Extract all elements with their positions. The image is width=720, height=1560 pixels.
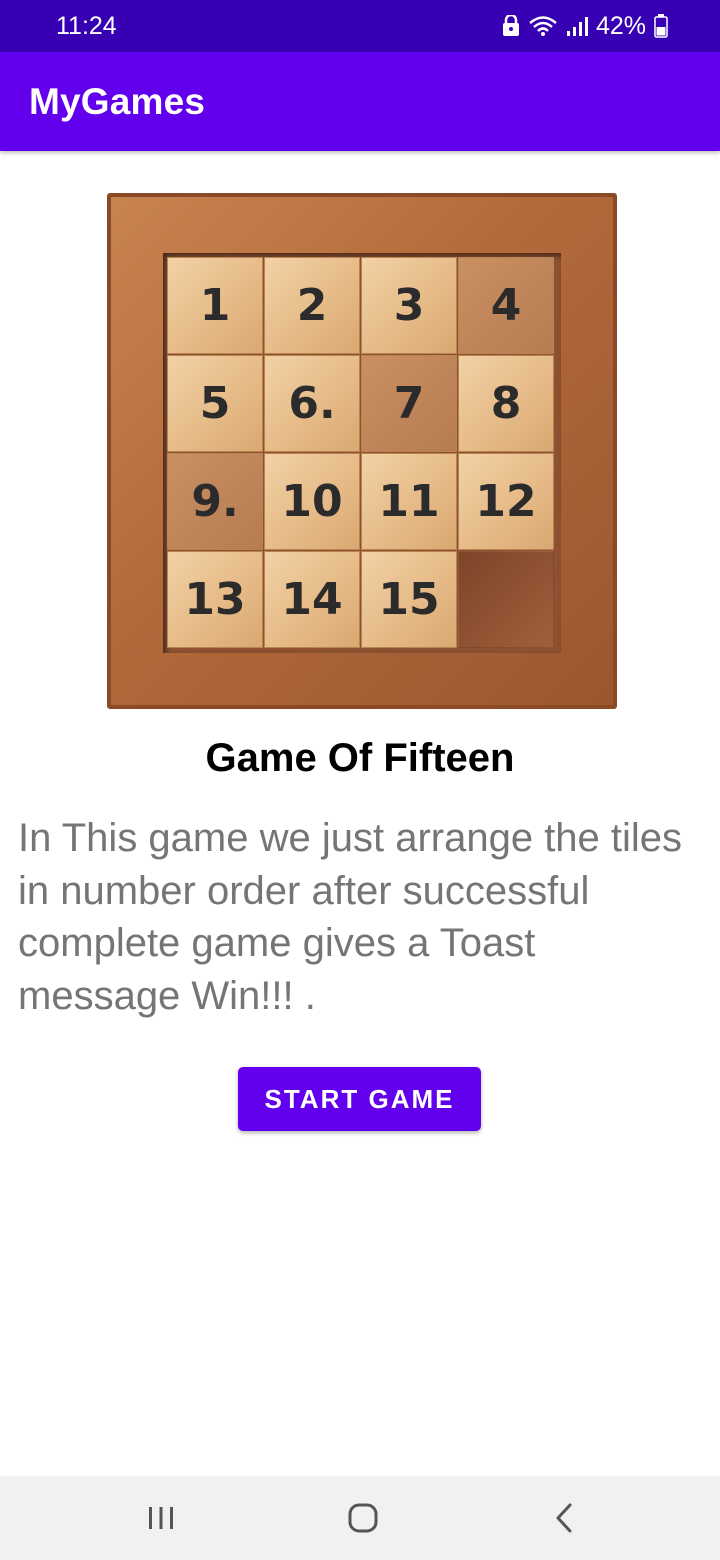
back-icon[interactable]: [548, 1502, 580, 1534]
puzzle-tile: 13: [167, 551, 263, 648]
puzzle-tile: 7: [361, 355, 457, 452]
navigation-bar: [0, 1476, 720, 1560]
puzzle-tile: 9.: [167, 453, 263, 550]
status-bar: 11:24 42%: [0, 0, 720, 52]
battery-icon: [654, 14, 668, 38]
start-game-button[interactable]: START GAME: [238, 1067, 481, 1131]
puzzle-board: 1 2 3 4 5 6. 7 8 9. 10 11 12 13 14 15: [163, 253, 561, 653]
signal-icon: [566, 15, 588, 37]
app-bar: MyGames: [0, 52, 720, 151]
battery-percent: 42%: [595, 11, 646, 40]
puzzle-tile: 3: [361, 257, 457, 354]
game-title: Game Of Fifteen: [205, 736, 515, 780]
puzzle-tile: 14: [264, 551, 360, 648]
puzzle-tile: 1: [167, 257, 263, 354]
status-time: 11:24: [56, 11, 117, 40]
puzzle-tile: 12: [458, 453, 554, 550]
home-icon[interactable]: [347, 1502, 379, 1534]
lock-icon: [502, 15, 520, 37]
recents-icon[interactable]: [145, 1502, 177, 1534]
puzzle-tile: 2: [264, 257, 360, 354]
puzzle-tile: 4: [458, 257, 554, 354]
wifi-icon: [528, 15, 558, 37]
puzzle-tile: 8: [458, 355, 554, 452]
puzzle-tile: 5: [167, 355, 263, 452]
puzzle-empty-slot: [458, 551, 554, 648]
game-description: In This game we just arrange the tiles i…: [18, 816, 683, 1018]
puzzle-tile: 15: [361, 551, 457, 648]
game-of-fifteen-image: 1 2 3 4 5 6. 7 8 9. 10 11 12 13 14 15: [107, 193, 617, 709]
puzzle-tile: 10: [264, 453, 360, 550]
puzzle-tile: 6.: [264, 355, 360, 452]
puzzle-tile: 11: [361, 453, 457, 550]
app-title: MyGames: [29, 80, 206, 122]
status-icons: 42%: [502, 12, 668, 41]
